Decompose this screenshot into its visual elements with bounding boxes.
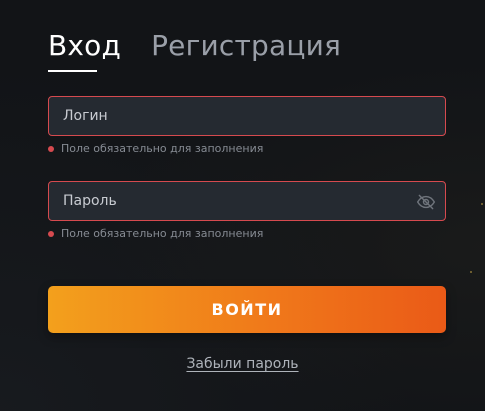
auth-tabs: Вход Регистрация [48,28,341,72]
password-input[interactable] [49,182,445,220]
tab-login[interactable]: Вход [48,28,122,72]
login-error-text: Поле обязательно для заполнения [61,142,264,155]
decorative-speck [470,271,472,273]
password-error-text: Поле обязательно для заполнения [61,227,264,240]
tab-register-label: Регистрация [151,29,342,62]
active-tab-underline [48,70,97,72]
login-submit-button[interactable]: ВОЙТИ [48,286,446,333]
login-input[interactable] [49,97,445,135]
forgot-password-row: Забыли пароль [0,353,485,372]
password-error-hint: Поле обязательно для заполнения [48,227,263,240]
login-error-hint: Поле обязательно для заполнения [48,142,263,155]
forgot-password-link[interactable]: Забыли пароль [186,356,298,372]
login-field [48,96,446,136]
error-dot-icon [48,145,54,152]
error-dot-icon [48,230,54,237]
decorative-speck [481,203,483,205]
password-field [48,181,446,221]
tab-register[interactable]: Регистрация [151,28,341,70]
tab-login-label: Вход [48,29,122,62]
eye-slash-icon[interactable] [416,192,436,212]
